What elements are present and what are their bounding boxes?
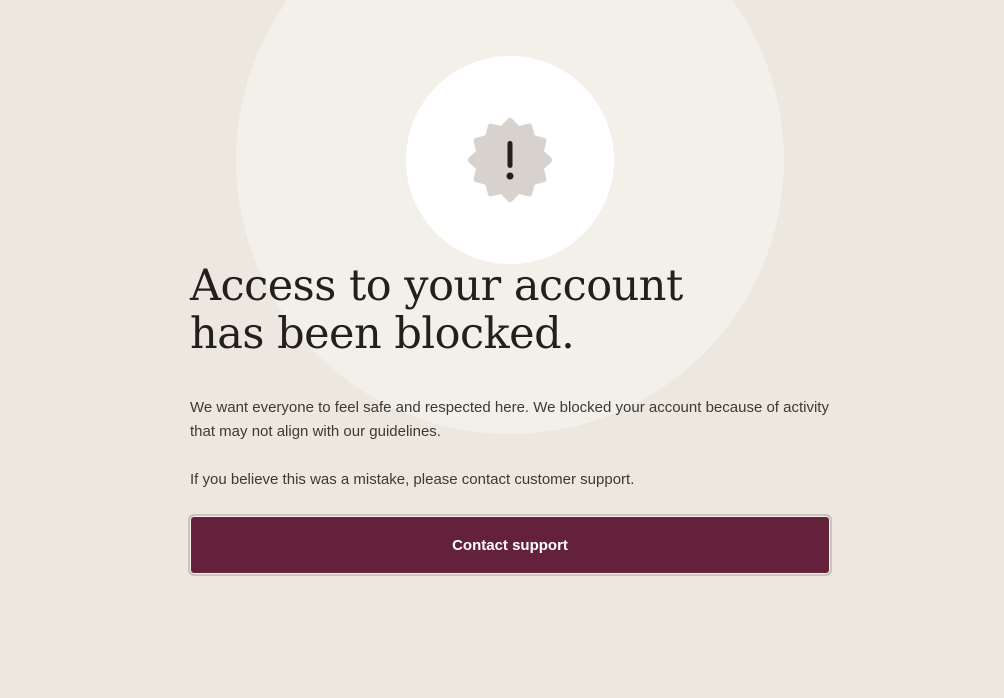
support-hint-text: If you believe this was a mistake, pleas…: [190, 471, 635, 488]
page-title: Access to your account has been blocked.: [190, 261, 683, 359]
title-line-2: has been blocked.: [190, 309, 575, 359]
alert-badge-icon: [468, 118, 552, 202]
contact-support-button[interactable]: Contact support: [188, 514, 832, 576]
contact-support-label: Contact support: [452, 536, 568, 554]
blocked-message-panel: Access to your account has been blocked.…: [190, 262, 832, 492]
blocked-explanation-text: We want everyone to feel safe and respec…: [190, 399, 829, 440]
title-line-1: Access to your account: [190, 261, 683, 311]
